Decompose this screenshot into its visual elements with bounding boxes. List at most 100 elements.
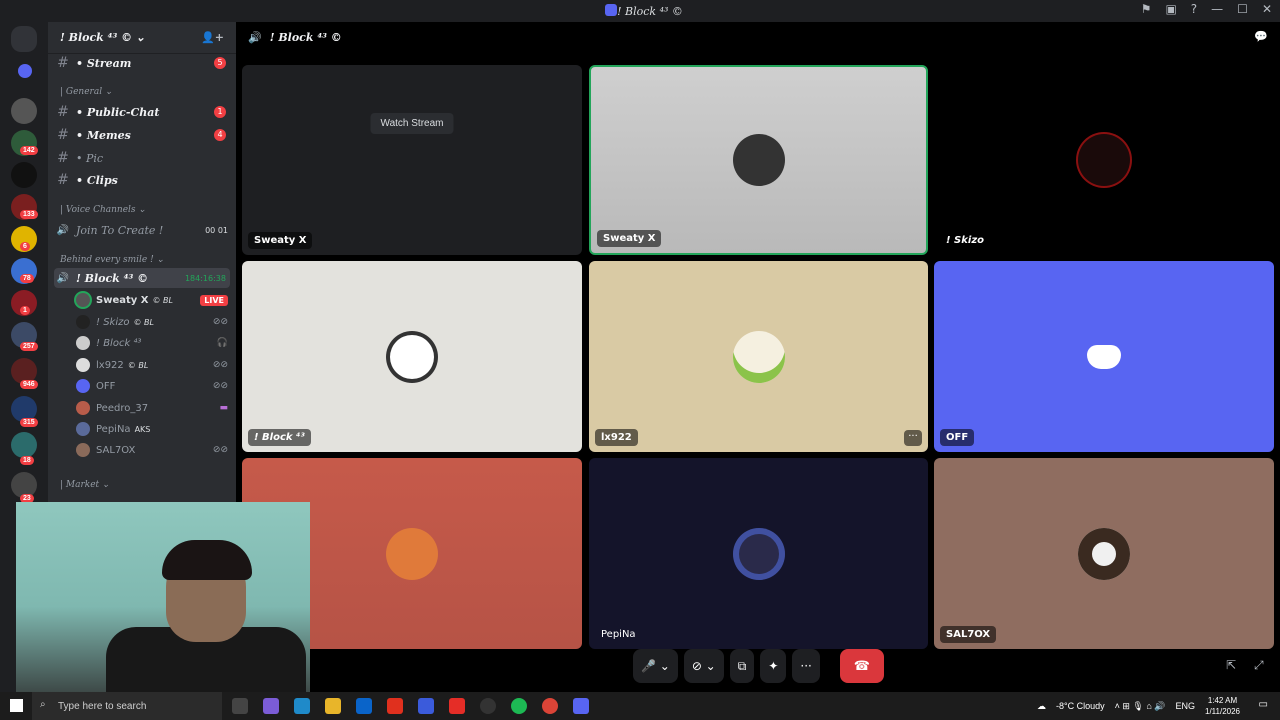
screen-icon[interactable]: ▣ [1165,2,1176,16]
avatar [732,527,785,580]
youtube-icon[interactable] [449,698,465,714]
video-tile[interactable]: lx922 ··· [589,261,928,452]
voice-channel-active[interactable]: 🔊! Block ⁴³ © 184:16:38 [54,268,230,288]
video-tile[interactable]: ! Skizo [934,65,1274,255]
voice-user[interactable]: ! Skizo © BL ⊘⊘ [76,312,228,332]
clock[interactable]: 1:42 AM 1/11/2026 [1205,695,1240,717]
tile-label: ! Skizo [946,235,985,246]
activity-icon: ✦ [768,659,779,673]
copilot-icon[interactable] [263,698,279,714]
avatar [1078,134,1130,186]
video-tile[interactable]: SAL7OX [934,458,1274,649]
chat-icon[interactable]: 💬 [1254,30,1268,43]
notification-icon[interactable]: ▭ [1259,699,1268,710]
obs-icon[interactable] [480,698,496,714]
video-tile[interactable]: OFF [934,261,1274,452]
video-tile[interactable]: Sweaty X [589,65,928,255]
taskbar-search[interactable]: ⌕ Type here to search [32,692,222,720]
windows-start-icon[interactable] [10,699,23,712]
outlook-icon[interactable] [356,698,372,714]
avatar [76,401,90,415]
category-behind[interactable]: Behind every smile ! ⌄ [60,255,164,265]
live-badge: LIVE [200,294,228,306]
webcam-overlay [16,502,310,692]
voice-user[interactable]: SAL7OX ⊘⊘ [76,440,228,460]
voice-user[interactable]: Sweaty X © BL LIVE [76,290,228,310]
window-controls: ⚑ ▣ ? — ☐ ✕ [1141,2,1272,16]
muted-deafened-icon: ⊘⊘ [212,445,228,455]
channel-pic[interactable]: # • Pic [54,148,230,168]
voice-user[interactable]: OFF ⊘⊘ [76,376,228,396]
tray-icons[interactable]: ˄ ⊞ 🎙 ⌂ 🔊 [1115,701,1166,712]
weather-text[interactable]: -8°C Cloudy [1056,701,1105,711]
channel-public-chat[interactable]: # • Public-Chat 1 [54,102,230,122]
channel-stream[interactable]: # • Stream 5 [54,53,230,73]
discord-logo-icon [605,4,617,16]
voice-timer: 184:16:38 [184,273,226,283]
task-view-icon[interactable] [232,698,248,714]
activity-button[interactable]: ✦ [760,649,787,683]
window-title: ! Block ⁴³ © [617,4,683,18]
server-icon[interactable] [18,64,32,78]
invite-icon[interactable]: 👤+ [201,31,224,44]
voice-channel-join[interactable]: 🔊 Join To Create ! 00 01 [54,220,230,240]
yandex-icon[interactable] [387,698,403,714]
headphone-icon: 🎧 [216,338,228,348]
language-indicator[interactable]: ENG [1175,701,1195,711]
tile-label: SAL7OX [940,626,997,643]
channel-clips[interactable]: # • Clips [54,170,230,190]
discord-home-icon[interactable] [11,26,37,52]
windows-taskbar: ⌕ Type here to search ☁ -8°C Cloudy ˄ ⊞ … [0,692,1280,720]
category-voice[interactable]: | Voice Channels ⌄ [60,205,146,215]
explorer-icon[interactable] [325,698,341,714]
unread-badge: 5 [214,57,226,69]
minimize-button[interactable]: — [1211,2,1223,16]
maximize-button[interactable]: ☐ [1237,2,1248,16]
server-name: ! Block ⁴³ © ⌄ [60,31,146,44]
video-tile[interactable]: PepiNa [589,458,928,649]
fullscreen-icon[interactable]: ⤢ [1254,658,1264,673]
avatar [76,293,90,307]
chrome-icon[interactable] [542,698,558,714]
server-header[interactable]: ! Block ⁴³ © ⌄ 👤+ [48,22,236,54]
server-badge: 133 [20,210,38,219]
discord-icon[interactable] [573,698,589,714]
help-icon[interactable]: ? [1191,2,1197,16]
category-market[interactable]: | Market ⌄ [60,480,110,490]
inbox-icon[interactable]: ⚑ [1141,2,1152,16]
muted-deafened-icon: ⊘⊘ [212,381,228,391]
category-general[interactable]: | General ⌄ [60,87,112,97]
edge-icon[interactable] [294,698,310,714]
screen-share-button[interactable]: ⧉ [729,649,755,683]
server-badge: 946 [20,380,38,389]
voice-user[interactable]: ! Block ⁴³ 🎧 [76,333,228,353]
mic-button[interactable]: 🎤 ⌄ [633,649,678,683]
spotify-icon[interactable] [511,698,527,714]
text-channel-icon: # [57,55,69,71]
screen-share-icon: ⧉ [737,658,747,673]
watch-stream-button[interactable]: Watch Stream [370,113,454,134]
voice-user[interactable]: lx922 © BL ⊘⊘ [76,355,228,375]
camera-button[interactable]: ⊘ ⌄ [683,649,724,683]
close-button[interactable]: ✕ [1262,2,1272,16]
app-icon[interactable] [418,698,434,714]
server-badge: 1 [20,306,30,315]
taskbar-apps [232,698,589,714]
more-button[interactable]: ··· [792,649,820,683]
server-icon[interactable] [11,162,37,188]
popout-icon[interactable]: ⇱ [1226,658,1236,672]
text-channel-icon: # [57,172,69,188]
video-tile[interactable]: ! Block ⁴³ [242,261,582,452]
server-icon[interactable] [11,432,37,458]
channel-memes[interactable]: # • Memes 4 [54,125,230,145]
server-badge: 142 [20,146,38,155]
video-tile[interactable]: Watch Stream Sweaty X [242,65,582,255]
more-options-button[interactable]: ··· [904,430,922,446]
voice-user[interactable]: Peedro_37 ▬ [76,398,228,418]
voice-user[interactable]: PepiNa AKS [76,419,228,439]
avatar [76,422,90,436]
avatar [76,379,90,393]
server-badge: 6 [20,242,30,251]
server-icon[interactable] [11,98,37,124]
disconnect-button[interactable]: ☎ [839,649,884,683]
